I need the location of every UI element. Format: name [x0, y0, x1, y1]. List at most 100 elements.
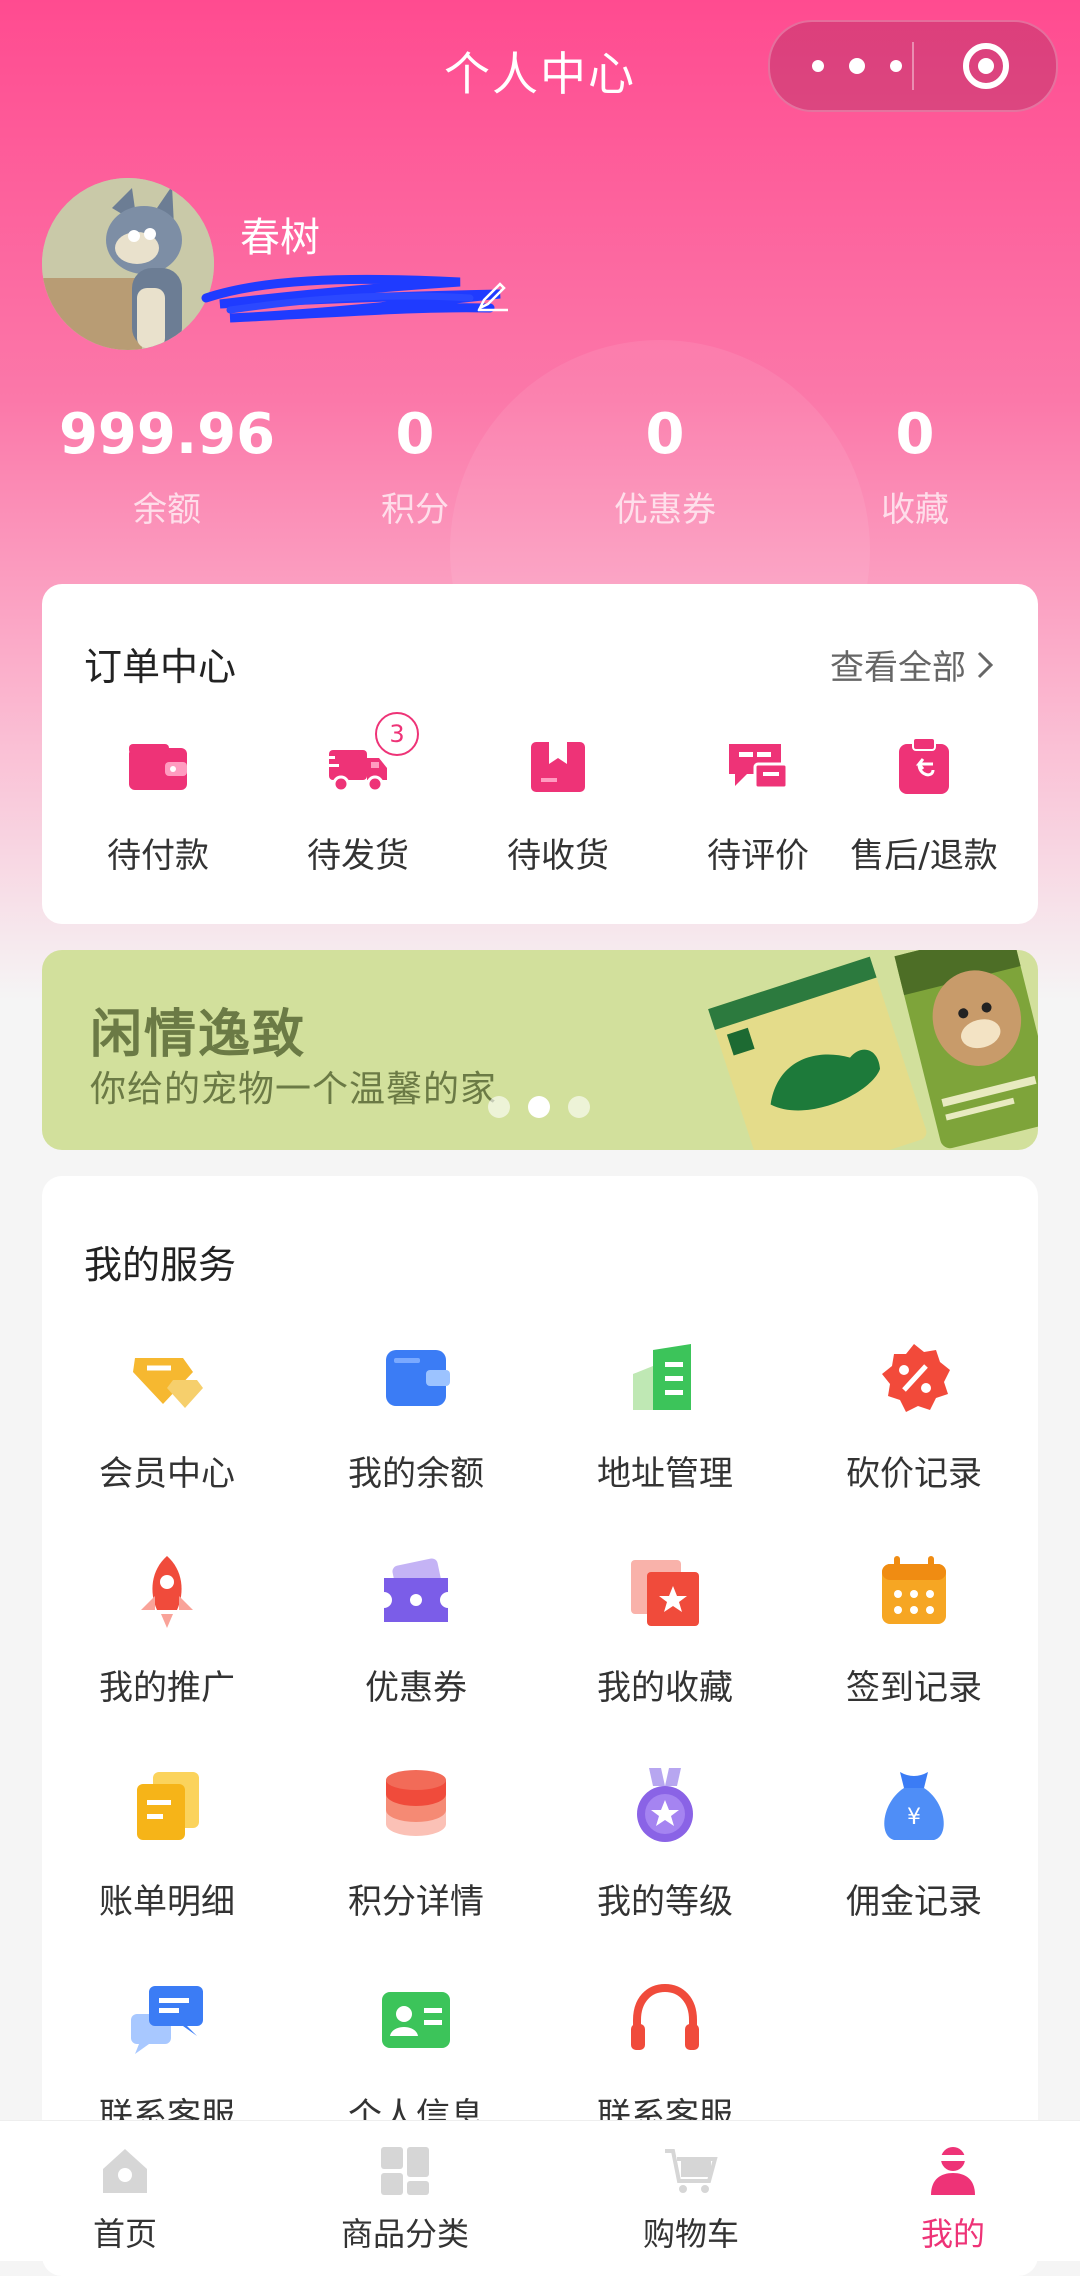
order-pending-receipt[interactable]: 待收货: [458, 734, 658, 877]
stat-balance[interactable]: 999.96 余额: [42, 400, 292, 531]
avatar-image: [42, 178, 214, 350]
order-item-label: 待收货: [507, 836, 609, 876]
stats-row: 999.96 余额 0 积分 0 优惠券 0 收藏: [0, 400, 1080, 550]
service-personal-info[interactable]: 个人信息: [291, 1980, 541, 2137]
headset-icon: [625, 1980, 705, 2060]
service-bill-details[interactable]: 账单明细: [42, 1766, 292, 1923]
view-all-label: 查看全部: [830, 648, 966, 688]
service-contact-support-headset[interactable]: 联系客服: [540, 1980, 790, 2137]
stat-label: 余额: [133, 490, 201, 530]
stat-points[interactable]: 0 积分: [290, 400, 540, 531]
service-my-balance[interactable]: 我的余额: [291, 1338, 541, 1495]
service-my-promotion[interactable]: 我的推广: [42, 1552, 292, 1709]
stat-label: 积分: [381, 490, 449, 530]
points-icon: [376, 1766, 456, 1846]
user-icon: [925, 2143, 981, 2199]
tab-mine[interactable]: 我的: [818, 2121, 1080, 2261]
banner-dot[interactable]: [568, 1096, 590, 1118]
bill-icon: [127, 1766, 207, 1846]
stat-value: 0: [895, 402, 935, 467]
tab-label: 我的: [920, 2215, 985, 2253]
money-bag-icon: ¥: [874, 1766, 954, 1846]
bottom-tabbar: 首页 商品分类 购物车 我的: [0, 2120, 1080, 2261]
bargain-icon: [874, 1338, 954, 1418]
order-item-label: 售后/退款: [850, 836, 998, 876]
service-label: 账单明细: [99, 1882, 235, 1922]
order-pending-payment[interactable]: 待付款: [58, 734, 258, 877]
service-label: 积分详情: [348, 1882, 484, 1922]
tab-label: 商品分类: [340, 2215, 469, 2253]
stat-value: 0: [645, 402, 685, 467]
stat-coupons[interactable]: 0 优惠券: [540, 400, 790, 531]
medal-icon: [625, 1766, 705, 1846]
order-after-sales[interactable]: 售后/退款: [824, 734, 1024, 877]
coupon-icon: [376, 1552, 456, 1632]
services-title: 我的服务: [84, 1243, 237, 1287]
service-coupons[interactable]: 优惠券: [291, 1552, 541, 1709]
service-label: 砍价记录: [846, 1454, 982, 1494]
tab-home[interactable]: 首页: [0, 2121, 260, 2261]
refund-icon: [891, 734, 957, 800]
cart-icon: [663, 2143, 719, 2199]
category-icon: [377, 2143, 433, 2199]
edit-icon[interactable]: [476, 278, 510, 312]
stat-label: 收藏: [881, 490, 949, 530]
member-icon: [127, 1338, 207, 1418]
order-pending-shipment[interactable]: 3 待发货: [258, 712, 458, 877]
calendar-icon: [874, 1552, 954, 1632]
wallet-icon: [125, 734, 191, 800]
order-badge: 3: [375, 712, 419, 756]
service-label: 优惠券: [365, 1668, 467, 1708]
service-member-center[interactable]: 会员中心: [42, 1338, 292, 1495]
service-points-details[interactable]: 积分详情: [291, 1766, 541, 1923]
svg-text:¥: ¥: [907, 1805, 921, 1830]
id-card-icon: [376, 1980, 456, 2060]
stat-favorites[interactable]: 0 收藏: [790, 400, 1040, 531]
view-all-orders-link[interactable]: 查看全部: [830, 640, 994, 689]
favorite-icon: [625, 1552, 705, 1632]
stat-label: 优惠券: [614, 490, 716, 530]
service-label: 我的等级: [597, 1882, 733, 1922]
username: 春树: [240, 215, 320, 261]
close-target-icon[interactable]: [960, 40, 1012, 92]
service-my-favorites[interactable]: 我的收藏: [540, 1552, 790, 1709]
banner-dot-active[interactable]: [528, 1096, 550, 1118]
service-label: 我的收藏: [597, 1668, 733, 1708]
chevron-right-icon: [977, 651, 994, 678]
truck-icon: 3: [325, 712, 419, 800]
order-item-label: 待付款: [107, 836, 209, 876]
service-my-level[interactable]: 我的等级: [540, 1766, 790, 1923]
banner-subtitle: 你给的宠物一个温馨的家: [90, 1069, 498, 1110]
more-icon[interactable]: [812, 48, 902, 84]
banner-dot[interactable]: [488, 1096, 510, 1118]
promo-banner[interactable]: 闲情逸致 你给的宠物一个温馨的家: [42, 950, 1038, 1150]
order-center-title: 订单中心: [84, 645, 237, 689]
service-address-management[interactable]: 地址管理: [540, 1338, 790, 1495]
order-item-label: 待发货: [307, 836, 409, 876]
avatar[interactable]: [42, 178, 214, 350]
tab-label: 首页: [92, 2215, 157, 2253]
service-label: 佣金记录: [846, 1882, 982, 1922]
balance-icon: [376, 1338, 456, 1418]
tab-label: 购物车: [642, 2215, 739, 2253]
service-label: 签到记录: [846, 1668, 982, 1708]
stat-value: 0: [395, 402, 435, 467]
comment-icon: [725, 734, 791, 800]
tab-cart[interactable]: 购物车: [556, 2121, 826, 2261]
service-commission-records[interactable]: ¥ 佣金记录: [789, 1766, 1039, 1923]
chat-icon: [127, 1980, 207, 2060]
service-label: 地址管理: [597, 1454, 733, 1494]
tab-category[interactable]: 商品分类: [270, 2121, 540, 2261]
service-checkin-records[interactable]: 签到记录: [789, 1552, 1039, 1709]
banner-title: 闲情逸致: [90, 1005, 307, 1065]
service-label: 我的余额: [348, 1454, 484, 1494]
address-icon: [625, 1338, 705, 1418]
miniprogram-capsule: [768, 20, 1058, 112]
redacted-scribble: [201, 274, 501, 323]
my-services-card: 我的服务 会员中心 我的余额 地址管理 砍价记录 我的推广 优惠券 我的收藏 签…: [42, 1176, 1038, 2276]
service-contact-support-chat[interactable]: 联系客服: [42, 1980, 292, 2137]
order-center-card: 订单中心 查看全部 待付款 3 待发货 待收货 待评价 售后/退款: [42, 584, 1038, 924]
service-label: 会员中心: [99, 1454, 235, 1494]
capsule-divider: [912, 42, 914, 90]
service-bargain-records[interactable]: 砍价记录: [789, 1338, 1039, 1495]
